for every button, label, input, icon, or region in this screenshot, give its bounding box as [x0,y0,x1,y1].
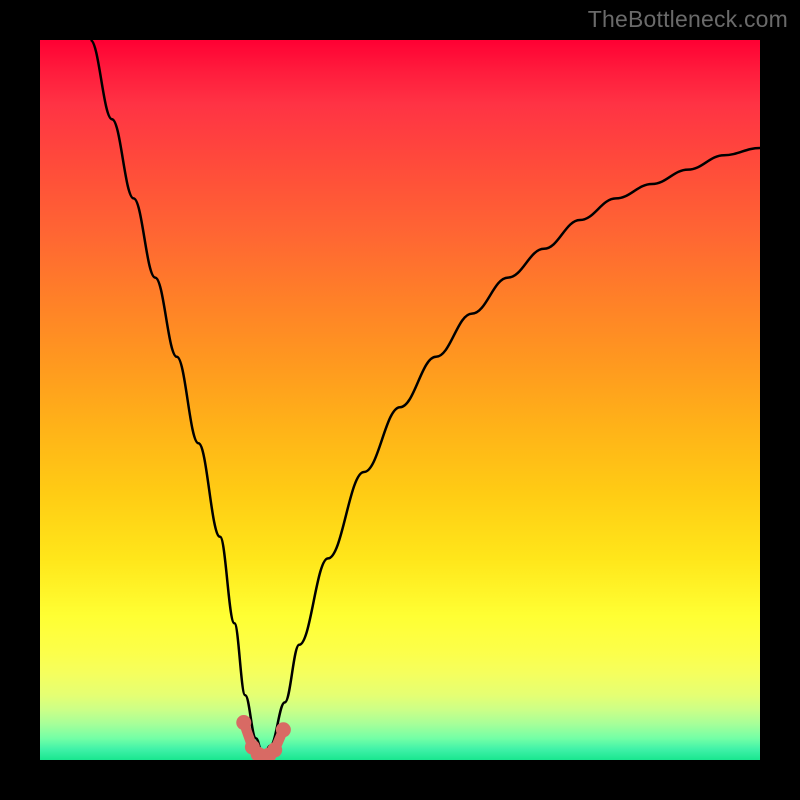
optimal-marker [236,715,251,730]
plot-area [40,40,760,760]
watermark-text: TheBottleneck.com [588,6,788,33]
optimal-marker [276,722,291,737]
optimal-marker [267,742,282,757]
bottleneck-curve [90,40,760,756]
chart-svg [40,40,760,760]
